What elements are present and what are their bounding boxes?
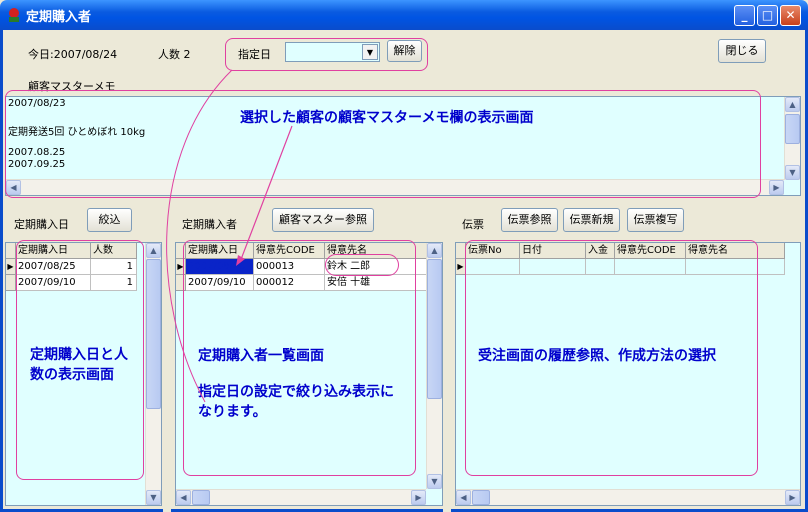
left-annotation: 定期購入日と人数の表示画面 — [30, 347, 128, 383]
middle-annotation-detail: 指定日の設定で絞り込み表示になります。 — [198, 384, 394, 420]
splitter-left[interactable] — [163, 200, 171, 512]
slip-copy-button[interactable]: 伝票複写 — [627, 208, 684, 232]
close-icon: ✕ — [785, 8, 796, 22]
scroll-thumb[interactable] — [146, 259, 161, 409]
close-button[interactable]: 閉じる — [718, 39, 766, 63]
maximize-icon: □ — [761, 8, 774, 22]
memo-callout — [5, 90, 761, 198]
left-vscroll[interactable]: ▲ ▼ — [145, 243, 161, 505]
scroll-thumb[interactable] — [427, 259, 442, 399]
scroll-up-icon[interactable]: ▲ — [146, 243, 161, 258]
right-annotation: 受注画面の履歴参照、作成方法の選択 — [478, 348, 716, 364]
scroll-thumb[interactable] — [472, 490, 490, 505]
row-header-corner — [6, 243, 16, 259]
right-panel-label: 伝票 — [462, 218, 484, 231]
scroll-left-icon[interactable]: ◀ — [456, 490, 471, 505]
middle-vscroll[interactable]: ▲ ▼ — [426, 243, 442, 489]
scroll-down-icon[interactable]: ▼ — [785, 165, 800, 180]
scroll-right-icon[interactable]: ▶ — [785, 490, 800, 505]
right-hscroll[interactable]: ◀ ▶ — [456, 489, 800, 505]
left-panel-label: 定期購入日 — [14, 218, 69, 231]
slip-new-button[interactable]: 伝票新規 — [563, 208, 620, 232]
scroll-down-icon[interactable]: ▼ — [146, 490, 161, 505]
splitter-right[interactable] — [443, 200, 451, 512]
row-header — [6, 275, 16, 291]
filter-button[interactable]: 絞込 — [87, 208, 132, 232]
scroll-right-icon[interactable]: ▶ — [411, 490, 426, 505]
close-window-button[interactable]: ✕ — [780, 5, 801, 26]
date-label: 指定日 — [238, 48, 271, 61]
count-label: 人数 2 — [158, 48, 191, 61]
scroll-thumb[interactable] — [192, 490, 210, 505]
memo-vscroll[interactable]: ▲ ▼ — [784, 97, 800, 180]
selected-row-callout — [325, 254, 399, 276]
scroll-left-icon[interactable]: ◀ — [176, 490, 191, 505]
clear-button[interactable]: 解除 — [387, 40, 422, 62]
today-label: 今日:2007/08/24 — [28, 48, 118, 61]
scroll-up-icon[interactable]: ▲ — [785, 97, 800, 112]
middle-hscroll[interactable]: ◀ ▶ — [176, 489, 426, 505]
middle-annotation-title: 定期購入者一覧画面 — [198, 348, 324, 364]
app-icon — [9, 8, 19, 22]
memo-annotation: 選択した顧客の顧客マスターメモ欄の表示画面 — [240, 110, 534, 126]
minimize-button[interactable]: _ — [734, 5, 755, 26]
slip-reference-button[interactable]: 伝票参照 — [501, 208, 558, 232]
date-select[interactable]: ▼ — [285, 42, 380, 62]
middle-panel-label: 定期購入者 — [182, 218, 237, 231]
chevron-down-icon[interactable]: ▼ — [362, 44, 378, 60]
scroll-up-icon[interactable]: ▲ — [427, 243, 442, 258]
scroll-down-icon[interactable]: ▼ — [427, 474, 442, 489]
maximize-button[interactable]: □ — [757, 5, 778, 26]
minimize-icon: _ — [741, 8, 748, 22]
scroll-right-icon[interactable]: ▶ — [769, 180, 784, 195]
date-value — [286, 43, 289, 56]
title-bar[interactable] — [0, 0, 808, 30]
window-title: 定期購入者 — [26, 10, 92, 25]
row-pointer-icon: ▶ — [6, 259, 16, 275]
scroll-thumb[interactable] — [785, 114, 800, 144]
customer-master-button[interactable]: 顧客マスター参照 — [272, 208, 374, 232]
